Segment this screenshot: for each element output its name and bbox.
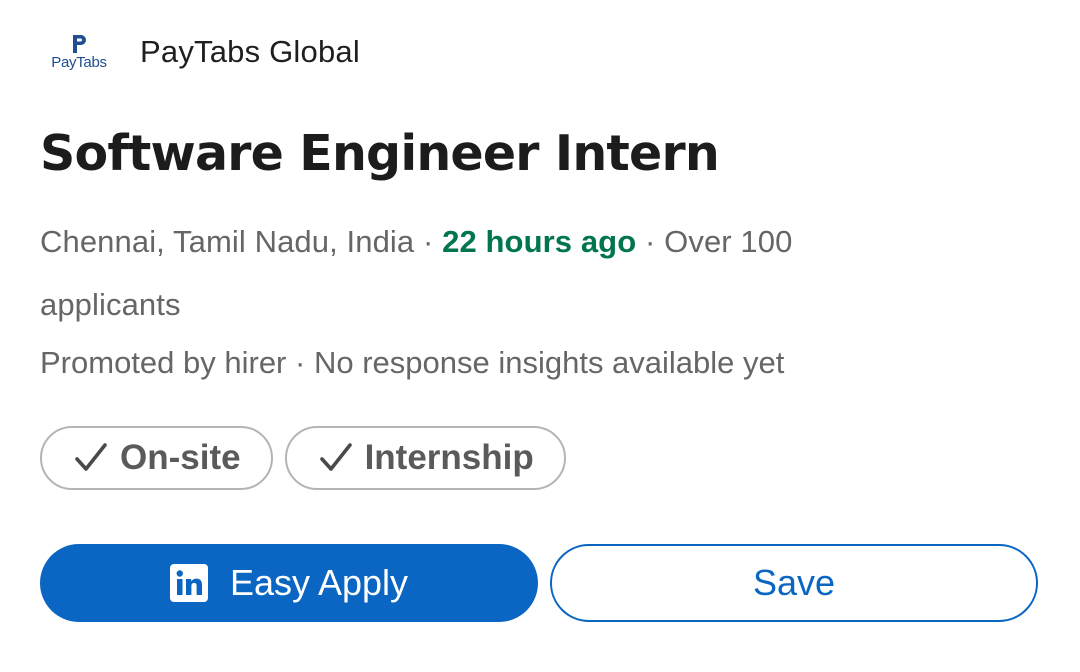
save-label: Save [752, 562, 836, 603]
meta-separator: · [286, 345, 314, 380]
action-buttons: Easy Apply Save [40, 544, 1038, 622]
save-button[interactable]: Save [550, 544, 1038, 622]
posted-time: 22 hours ago [442, 224, 637, 259]
paytabs-logo-icon [73, 35, 86, 53]
meta-separator: · [414, 224, 443, 259]
company-logo[interactable]: PayTabs [40, 24, 118, 80]
promoted-line: Promoted by hirer · No response insights… [40, 334, 784, 392]
chip-on-site[interactable]: On-site [40, 426, 273, 490]
job-meta: Chennai, Tamil Nadu, India · 22 hours ag… [40, 210, 920, 336]
check-icon [319, 443, 352, 471]
chip-internship[interactable]: Internship [284, 426, 566, 490]
chip-label: On-site [120, 438, 241, 477]
company-name[interactable]: PayTabs Global [140, 34, 360, 70]
job-attribute-chips: On-site Internship [40, 426, 566, 490]
linkedin-icon [169, 564, 208, 602]
meta-separator: · [636, 224, 665, 259]
logo-wordmark: PayTabs [51, 54, 107, 71]
response-insights: No response insights available yet [313, 345, 785, 380]
promoted-by-hirer: Promoted by hirer [40, 345, 287, 380]
job-title: Software Engineer Intern [40, 125, 720, 182]
easy-apply-button[interactable]: Easy Apply [40, 544, 538, 622]
check-icon [75, 443, 107, 471]
easy-apply-label: Easy Apply [229, 562, 409, 603]
job-location: Chennai, Tamil Nadu, India [40, 224, 415, 259]
chip-label: Internship [364, 438, 534, 477]
company-header: PayTabs PayTabs Global [40, 24, 360, 80]
